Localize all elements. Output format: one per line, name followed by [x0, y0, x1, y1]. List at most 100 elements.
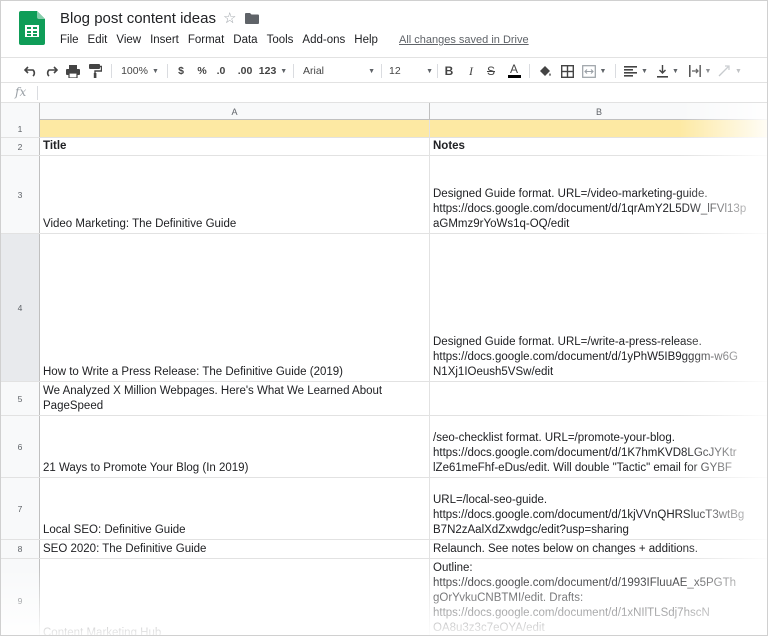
row-header[interactable]: 5 — [1, 382, 40, 415]
cell-b9[interactable]: Outline: https://docs.google.com/documen… — [430, 559, 767, 635]
toolbar: 100% ▼ $ % .0 .00 123 ▼ Arial ▼ 12 ▼ B I S A — [1, 57, 767, 83]
decrease-decimal-button[interactable]: .0 — [213, 62, 229, 80]
folder-icon[interactable] — [245, 13, 259, 24]
cell-a8[interactable]: SEO 2020: The Definitive Guide — [40, 540, 430, 558]
chevron-down-icon: ▼ — [704, 67, 712, 75]
cell-a9[interactable]: Content Marketing Hub — [40, 559, 430, 635]
save-status-link[interactable]: All changes saved in Drive — [399, 34, 529, 46]
cell-b1[interactable] — [430, 120, 767, 137]
cell-b7[interactable]: URL=/local-seo-guide. https://docs.googl… — [430, 478, 767, 539]
merge-cells-icon[interactable]: ▼ — [581, 62, 607, 80]
vertical-align-icon[interactable]: ▼ — [655, 62, 681, 80]
paint-format-icon[interactable] — [87, 62, 103, 80]
cell-a1[interactable] — [40, 120, 430, 137]
cell-b6[interactable]: /seo-checklist format. URL=/promote-your… — [430, 416, 767, 477]
toolbar-divider — [111, 64, 112, 78]
row-header[interactable]: 2 — [1, 138, 40, 155]
menu-format[interactable]: Format — [188, 34, 224, 46]
chevron-down-icon: ▼ — [641, 67, 648, 75]
undo-icon[interactable] — [23, 62, 39, 80]
table-row: 5 We Analyzed X Million Webpages. Here's… — [1, 382, 767, 416]
strikethrough-button[interactable]: S — [485, 62, 497, 80]
table-row: 1 — [1, 120, 767, 138]
font-size-select[interactable]: 12 ▼ — [389, 62, 433, 80]
app-header: Blog post content ideas ☆ File Edit View… — [1, 1, 767, 57]
cell-b2[interactable]: Notes — [430, 138, 767, 155]
table-row: 2 Title Notes — [1, 138, 767, 156]
font-family-select[interactable]: Arial ▼ — [303, 62, 375, 80]
chevron-down-icon: ▼ — [368, 67, 375, 75]
row-header[interactable]: 4 — [1, 234, 40, 381]
text-color-swatch — [507, 75, 521, 78]
cell-a5[interactable]: We Analyzed X Million Webpages. Here's W… — [40, 382, 430, 415]
horizontal-align-icon[interactable]: ▼ — [623, 62, 649, 80]
toolbar-divider — [293, 64, 294, 78]
formula-bar: fx — [1, 83, 767, 103]
text-color-button[interactable]: A — [507, 62, 521, 80]
column-header-a[interactable]: A — [40, 103, 430, 120]
column-header-row: A B — [1, 103, 767, 120]
table-row: 9 Content Marketing Hub Outline: https:/… — [1, 559, 767, 635]
row-header[interactable]: 1 — [1, 120, 40, 137]
table-row: 8 SEO 2020: The Definitive Guide Relaunc… — [1, 540, 767, 559]
font-size-value: 12 — [389, 65, 401, 77]
menu-tools[interactable]: Tools — [267, 34, 294, 46]
star-icon[interactable]: ☆ — [223, 9, 236, 27]
menu-help[interactable]: Help — [354, 34, 378, 46]
row-header[interactable]: 8 — [1, 540, 40, 558]
cell-a3[interactable]: Video Marketing: The Definitive Guide — [40, 156, 430, 233]
toolbar-divider — [529, 64, 530, 78]
menu-view[interactable]: View — [116, 34, 141, 46]
cell-b8[interactable]: Relaunch. See notes below on changes + a… — [430, 540, 767, 558]
menu-file[interactable]: File — [60, 34, 79, 46]
table-row: 7 Local SEO: Definitive Guide URL=/local… — [1, 478, 767, 540]
formula-bar-divider — [37, 86, 38, 100]
google-sheets-logo-icon[interactable] — [19, 11, 45, 45]
row-header[interactable]: 7 — [1, 478, 40, 539]
toolbar-divider — [615, 64, 616, 78]
chevron-down-icon: ▼ — [735, 67, 742, 75]
cell-a6[interactable]: 21 Ways to Promote Your Blog (In 2019) — [40, 416, 430, 477]
document-title[interactable]: Blog post content ideas — [60, 10, 216, 27]
row-header[interactable]: 9 — [1, 559, 40, 635]
table-row: 4 How to Write a Press Release: The Defi… — [1, 234, 767, 382]
chevron-down-icon: ▼ — [426, 67, 433, 75]
row-header[interactable]: 6 — [1, 416, 40, 477]
menu-insert[interactable]: Insert — [150, 34, 179, 46]
text-wrap-icon[interactable]: ▼ — [687, 62, 713, 80]
chevron-down-icon: ▼ — [151, 67, 159, 75]
increase-decimal-button[interactable]: .00 — [235, 62, 255, 80]
menu-addons[interactable]: Add-ons — [302, 34, 345, 46]
zoom-value: 100% — [121, 65, 148, 77]
cell-b5[interactable] — [430, 382, 767, 415]
spreadsheet-grid: A B 1 2 Title Notes 3 Video Marketing: T… — [1, 103, 767, 635]
fx-icon: fx — [15, 85, 27, 99]
select-all-corner[interactable] — [1, 103, 40, 120]
currency-format-button[interactable]: $ — [175, 62, 187, 80]
fill-color-icon[interactable] — [537, 62, 553, 80]
redo-icon[interactable] — [43, 62, 59, 80]
cell-a2[interactable]: Title — [40, 138, 430, 155]
column-header-b[interactable]: B — [430, 103, 767, 120]
borders-icon[interactable] — [559, 62, 575, 80]
toolbar-divider — [381, 64, 382, 78]
text-rotation-icon[interactable]: ▼ — [717, 62, 743, 80]
zoom-select[interactable]: 100% ▼ — [119, 62, 161, 80]
bold-button[interactable]: B — [443, 62, 455, 80]
percent-format-button[interactable]: % — [195, 62, 209, 80]
chevron-down-icon: ▼ — [280, 67, 288, 75]
menu-bar: File Edit View Insert Format Data Tools … — [60, 34, 387, 46]
chevron-down-icon: ▼ — [672, 67, 679, 75]
cell-a7[interactable]: Local SEO: Definitive Guide — [40, 478, 430, 539]
row-header[interactable]: 3 — [1, 156, 40, 233]
print-icon[interactable] — [65, 62, 81, 80]
chevron-down-icon: ▼ — [599, 67, 607, 75]
cell-b3[interactable]: Designed Guide format. URL=/video-market… — [430, 156, 767, 233]
cell-a4[interactable]: How to Write a Press Release: The Defini… — [40, 234, 430, 381]
formula-input[interactable] — [41, 83, 767, 103]
menu-data[interactable]: Data — [233, 34, 257, 46]
menu-edit[interactable]: Edit — [88, 34, 108, 46]
cell-b4[interactable]: Designed Guide format. URL=/write-a-pres… — [430, 234, 767, 381]
italic-button[interactable]: I — [465, 62, 477, 80]
more-formats-select[interactable]: 123 ▼ — [259, 62, 287, 80]
